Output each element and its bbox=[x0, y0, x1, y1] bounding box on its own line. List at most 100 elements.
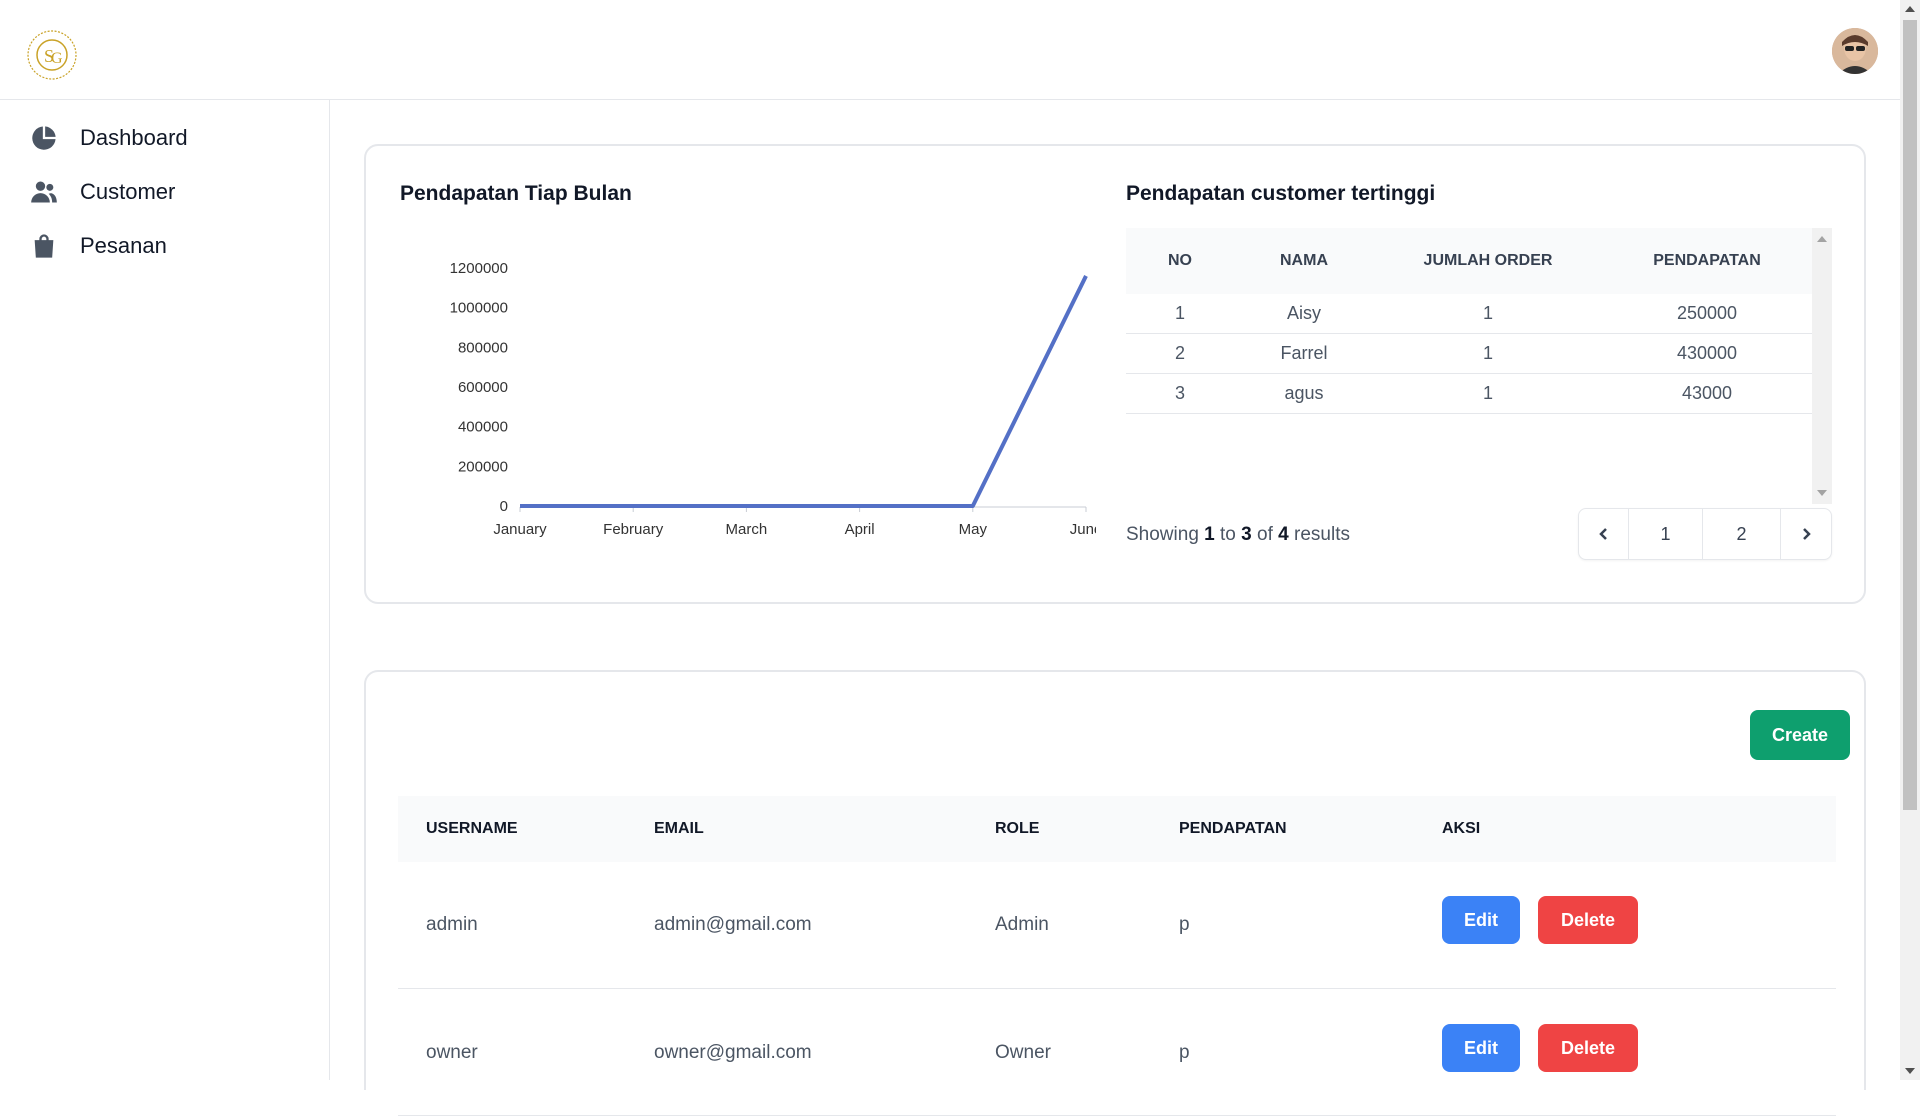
cell-nama: Aisy bbox=[1286, 303, 1321, 323]
top-customer-title: Pendapatan customer tertinggi bbox=[1126, 182, 1436, 205]
y-tick-label: 0 bbox=[500, 498, 508, 515]
top-bar: S G bbox=[0, 0, 1900, 100]
page-scrollbar[interactable] bbox=[1900, 0, 1920, 1080]
top-customer-table: NO NAMA JUMLAH ORDER PENDAPATAN 1 Aisy 1… bbox=[1126, 228, 1832, 504]
header-pendapatan: PENDAPATAN bbox=[1179, 820, 1287, 837]
sidebar-item-label: Customer bbox=[80, 179, 176, 204]
main-content: Pendapatan Tiap Bulan Pendapatan custome… bbox=[330, 100, 1900, 1116]
y-tick-label: 200000 bbox=[458, 458, 508, 475]
sidebar-item-pesanan[interactable]: Pesanan bbox=[30, 226, 167, 266]
sidebar-item-dashboard[interactable]: Dashboard bbox=[30, 118, 188, 158]
chart-title: Pendapatan Tiap Bulan bbox=[400, 182, 632, 205]
edit-button[interactable]: Edit bbox=[1442, 896, 1520, 944]
scroll-down-arrow-icon[interactable] bbox=[1905, 1068, 1915, 1074]
showing-from: 1 bbox=[1204, 524, 1215, 545]
users-panel: Create USERNAME EMAIL ROLE PENDAPATAN AK… bbox=[398, 672, 1850, 1116]
y-tick-label: 1000000 bbox=[450, 300, 508, 317]
summary-card: Pendapatan Tiap Bulan Pendapatan custome… bbox=[364, 144, 1866, 604]
brand-logo[interactable]: S G bbox=[24, 27, 80, 83]
cell-no: 3 bbox=[1174, 383, 1185, 403]
cell-email: owner@gmail.com bbox=[654, 1042, 812, 1063]
table-header: NO NAMA JUMLAH ORDER PENDAPATAN bbox=[1126, 228, 1812, 294]
cell-role: Admin bbox=[995, 914, 1049, 935]
header-nama: NAMA bbox=[1280, 252, 1328, 269]
sidebar-item-label: Dashboard bbox=[80, 125, 188, 150]
showing-total: 4 bbox=[1278, 524, 1289, 545]
x-tick-label: April bbox=[845, 521, 875, 538]
sidebar-item-label: Pesanan bbox=[80, 233, 167, 258]
table-row: 2 Farrel 1 430000 bbox=[1126, 334, 1812, 374]
cell-no: 1 bbox=[1174, 303, 1185, 323]
revenue-line-chart: 0 200000 400000 600000 800000 1000000 1200000 J… bbox=[450, 260, 1103, 538]
x-tick-label: March bbox=[726, 521, 768, 538]
edit-button[interactable]: Edit bbox=[1442, 1024, 1520, 1072]
x-tick-label: June bbox=[1070, 521, 1096, 538]
cell-pendapatan: 43000 bbox=[1681, 383, 1733, 403]
pagination: 1 2 bbox=[1578, 508, 1832, 560]
header-no: NO bbox=[1168, 252, 1192, 269]
showing-to-word: to bbox=[1220, 524, 1236, 545]
users-icon bbox=[31, 181, 57, 203]
cell-jumlah-order: 1 bbox=[1482, 383, 1493, 403]
previous-page-button[interactable] bbox=[1579, 509, 1629, 559]
cell-no: 2 bbox=[1174, 343, 1185, 363]
delete-button[interactable]: Delete bbox=[1538, 1024, 1638, 1072]
pagination-summary: Showing 1 to 3 of 4 results bbox=[1126, 524, 1350, 546]
page-2-button[interactable]: 2 bbox=[1703, 509, 1781, 559]
delete-button[interactable]: Delete bbox=[1538, 896, 1638, 944]
cell-pendapatan: p bbox=[1179, 914, 1190, 935]
scroll-up-arrow-icon[interactable] bbox=[1817, 236, 1827, 242]
cell-username: owner bbox=[426, 1042, 478, 1063]
table-row: 1 Aisy 1 250000 bbox=[1126, 294, 1812, 334]
header-role: ROLE bbox=[995, 820, 1040, 837]
scroll-down-arrow-icon[interactable] bbox=[1817, 490, 1827, 496]
showing-suffix: results bbox=[1294, 524, 1350, 545]
cell-nama: agus bbox=[1284, 383, 1324, 403]
pie-chart-icon bbox=[32, 126, 56, 150]
shopping-bag-icon bbox=[34, 234, 54, 258]
table-row: owner owner@gmail.com Owner p Edit Delet… bbox=[398, 989, 1836, 1116]
next-page-button[interactable] bbox=[1781, 509, 1831, 559]
table-row: admin admin@gmail.com Admin p Edit Delet… bbox=[398, 862, 1836, 989]
scroll-up-arrow-icon[interactable] bbox=[1905, 6, 1915, 12]
cell-username: admin bbox=[426, 914, 478, 935]
table-scrollbar[interactable] bbox=[1812, 228, 1832, 504]
cell-jumlah-order: 1 bbox=[1482, 303, 1493, 323]
header-pendapatan: PENDAPATAN bbox=[1653, 252, 1761, 269]
users-table-header: USERNAME EMAIL ROLE PENDAPATAN AKSI bbox=[398, 796, 1836, 862]
x-tick-label: February bbox=[603, 521, 664, 538]
showing-of-word: of bbox=[1257, 524, 1273, 545]
y-tick-label: 800000 bbox=[458, 339, 508, 356]
table-row: 3 agus 1 43000 bbox=[1126, 374, 1812, 414]
cell-pendapatan: 250000 bbox=[1676, 303, 1738, 323]
cell-email: admin@gmail.com bbox=[654, 914, 812, 935]
sidebar: Dashboard Customer Pesanan bbox=[0, 100, 330, 1080]
cell-nama: Farrel bbox=[1280, 343, 1328, 363]
svg-text:G: G bbox=[51, 50, 63, 67]
users-card: Create USERNAME EMAIL ROLE PENDAPATAN AK… bbox=[364, 670, 1866, 1116]
header-jumlah-order: JUMLAH ORDER bbox=[1423, 252, 1553, 269]
y-tick-label: 600000 bbox=[458, 379, 508, 396]
cell-pendapatan: 430000 bbox=[1676, 343, 1738, 363]
y-tick-label: 1200000 bbox=[450, 260, 508, 277]
header-email: EMAIL bbox=[654, 820, 704, 837]
series-line bbox=[520, 275, 1088, 508]
y-tick-label: 400000 bbox=[458, 419, 508, 436]
header-aksi: AKSI bbox=[1442, 820, 1481, 837]
chevron-left-icon bbox=[1598, 528, 1607, 540]
create-button[interactable]: Create bbox=[1750, 710, 1850, 760]
header-username: USERNAME bbox=[426, 820, 518, 837]
page-1-button[interactable]: 1 bbox=[1629, 509, 1703, 559]
user-avatar[interactable] bbox=[1832, 28, 1878, 74]
x-tick-label: May bbox=[959, 521, 988, 538]
scrollbar-thumb[interactable] bbox=[1903, 20, 1917, 810]
cell-jumlah-order: 1 bbox=[1482, 343, 1493, 363]
showing-to: 3 bbox=[1241, 524, 1252, 545]
sidebar-item-customer[interactable]: Customer bbox=[30, 172, 175, 212]
showing-prefix: Showing bbox=[1126, 524, 1199, 545]
chevron-right-icon bbox=[1803, 528, 1811, 540]
revenue-chart: 0 200000 400000 600000 800000 1000000 1200000 J… bbox=[416, 246, 1103, 586]
cell-pendapatan: p bbox=[1179, 1042, 1190, 1063]
x-tick-label: January bbox=[493, 521, 547, 538]
cell-role: Owner bbox=[995, 1042, 1051, 1063]
